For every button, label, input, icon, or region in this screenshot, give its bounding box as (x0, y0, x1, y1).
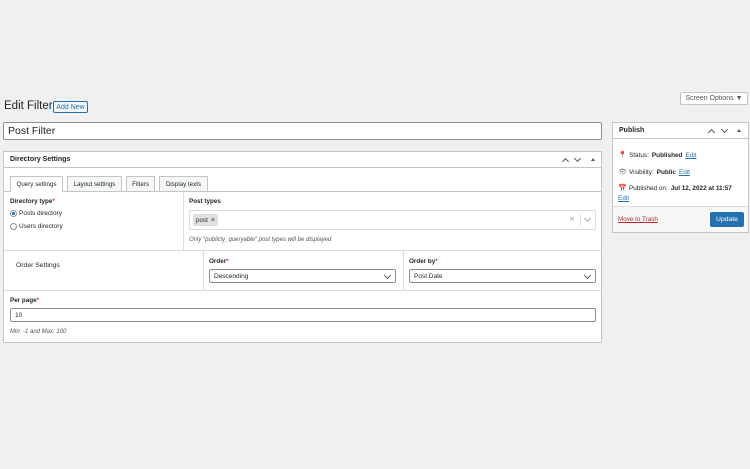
edit-date-link[interactable]: Edit (618, 195, 629, 202)
tab-display-texts[interactable]: Display texts (159, 176, 208, 191)
published-label: Published on: (629, 184, 668, 192)
order-divider-1 (203, 251, 204, 290)
clear-icon[interactable]: × (569, 214, 575, 225)
eye-icon: 👁 (618, 169, 627, 176)
update-button[interactable]: Update (710, 212, 744, 227)
chevron-down-icon[interactable] (583, 214, 592, 223)
pin-icon: 📍 (618, 152, 627, 159)
tab-layout-settings[interactable]: Layout settings (67, 176, 122, 191)
remove-tag-icon[interactable]: × (211, 217, 215, 224)
post-types-hint: Only "publicly_queryable" post types wil… (189, 237, 332, 243)
select-separator (580, 214, 581, 226)
tab-filters[interactable]: Filters (126, 176, 155, 191)
directory-settings-title: Directory Settings (10, 156, 71, 163)
screen-options-button[interactable]: Screen Options ▼ (680, 92, 748, 105)
published-row: 📅 Published on: Jul 12, 2022 at 11:57 (618, 184, 732, 193)
post-types-label: Post types (189, 198, 221, 205)
order-by-select[interactable]: Post Date (409, 269, 596, 283)
calendar-icon: 📅 (618, 185, 627, 192)
order-by-select-value: Post Date (414, 272, 443, 280)
move-to-trash-link[interactable]: Move to Trash (618, 216, 658, 223)
radio-posts-directory[interactable] (10, 210, 17, 217)
row-divider (4, 250, 601, 251)
toggle-panel-icon[interactable] (591, 158, 595, 161)
directory-type-label: Directory type* (10, 198, 55, 205)
order-by-label: Order by* (409, 258, 438, 265)
row-divider (4, 290, 601, 291)
per-page-label: Per page* (10, 297, 40, 304)
title-input-value: Post Filter (8, 125, 56, 137)
published-value: Jul 12, 2022 at 11:57 (670, 184, 732, 192)
chevron-down-icon (383, 271, 392, 280)
edit-status-link[interactable]: Edit (685, 152, 696, 159)
page-title: Edit Filter (4, 100, 53, 112)
order-select-value: Descending (214, 272, 249, 280)
post-type-tag-label: post (196, 216, 208, 224)
order-select[interactable]: Descending (209, 269, 396, 283)
post-types-select[interactable]: post × × (189, 210, 596, 230)
tab-bar-border (4, 191, 601, 192)
radio-users-directory[interactable] (10, 223, 17, 230)
radio-posts-directory-label: Posts directory (19, 210, 62, 217)
order-divider-2 (403, 251, 404, 290)
tab-query-settings[interactable]: Query settings (10, 176, 63, 192)
field-divider (183, 192, 184, 250)
directory-settings-header[interactable] (4, 152, 601, 168)
edit-visibility-link[interactable]: Edit (679, 169, 690, 176)
visibility-value: Public (656, 168, 676, 176)
add-new-button[interactable]: Add New (53, 101, 88, 113)
per-page-hint: Min: -1 and Max: 100 (10, 329, 67, 335)
per-page-input[interactable]: 10 (10, 308, 596, 322)
post-type-tag: post × (193, 214, 218, 226)
visibility-label: Visibility: (629, 168, 654, 176)
status-label: Status: (629, 151, 649, 159)
per-page-value: 10 (15, 311, 23, 319)
order-label: Order* (209, 258, 229, 265)
publish-title: Publish (619, 127, 645, 134)
chevron-down-icon (583, 271, 592, 280)
status-row: 📍 Status: Published Edit (618, 151, 696, 160)
toggle-panel-icon[interactable] (737, 129, 741, 132)
order-settings-label: Order Settings (16, 262, 60, 269)
title-input[interactable]: Post Filter (3, 122, 602, 140)
radio-users-directory-label: Users directory (19, 223, 63, 230)
visibility-row: 👁 Visibility: Public Edit (618, 168, 690, 177)
status-value: Published (651, 151, 683, 159)
